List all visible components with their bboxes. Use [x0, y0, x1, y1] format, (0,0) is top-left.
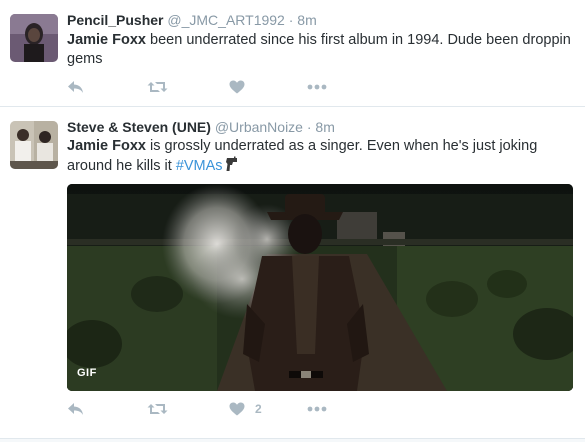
retweet-button[interactable] [147, 77, 168, 97]
tweet-text: Jamie Foxx is grossly underrated as a si… [67, 137, 572, 178]
more-button[interactable] [307, 399, 327, 419]
gif-badge: GIF [77, 367, 97, 379]
heart-icon [229, 402, 245, 416]
avatar[interactable] [10, 14, 58, 62]
gif-media[interactable]: GIF [67, 184, 573, 391]
tweet-text: Jamie Foxx been underrated since his fir… [67, 31, 572, 69]
separator: · [288, 12, 294, 28]
heart-icon [229, 80, 245, 94]
tweet: Pencil_Pusher @_JMC_ART1992 · 8m Jamie F… [0, 0, 585, 107]
reply-button[interactable] [67, 399, 84, 419]
timestamp[interactable]: 8m [297, 12, 316, 28]
like-count: 2 [255, 402, 262, 416]
timestamp[interactable]: 8m [315, 119, 334, 135]
tweet: Steve & Steven (UNE) @UrbanNoize · 8m Ja… [0, 107, 585, 439]
retweet-button[interactable] [147, 399, 168, 419]
username[interactable]: @UrbanNoize [215, 119, 303, 135]
retweet-icon [147, 404, 168, 414]
like-button[interactable] [229, 77, 255, 97]
hashtag-link[interactable]: #VMAs [176, 158, 223, 174]
reply-icon [68, 403, 83, 415]
fullname[interactable]: Pencil_Pusher [67, 12, 164, 28]
retweet-icon [147, 82, 168, 92]
highlighted-term: Jamie Foxx [67, 32, 146, 48]
username[interactable]: @_JMC_ART1992 [167, 12, 284, 28]
reply-icon [68, 81, 83, 93]
tweet-header: Pencil_Pusher @_JMC_ART1992 · 8m [67, 11, 317, 29]
like-button[interactable]: 2 [229, 399, 262, 419]
gun-icon [225, 156, 239, 178]
separator: · [306, 119, 312, 135]
tweet-actions: 2 [67, 399, 367, 419]
fullname[interactable]: Steve & Steven (UNE) [67, 119, 211, 135]
highlighted-term: Jamie Foxx [67, 138, 146, 154]
avatar[interactable] [10, 121, 58, 169]
more-icon [307, 406, 327, 412]
tweet-actions [67, 77, 367, 97]
more-icon [307, 84, 327, 90]
more-button[interactable] [307, 77, 327, 97]
reply-button[interactable] [67, 77, 84, 97]
tweet-header: Steve & Steven (UNE) @UrbanNoize · 8m [67, 118, 335, 136]
